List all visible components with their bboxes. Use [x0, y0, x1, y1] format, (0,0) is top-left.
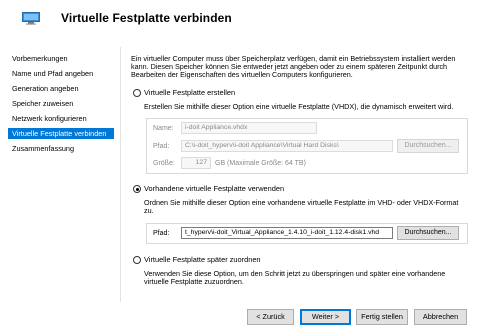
sidebar-item-name-und-pfad[interactable]: Name und Pfad angeben [8, 68, 114, 79]
create-name-field[interactable]: i-doit Appliance.vhdx [181, 122, 317, 134]
next-button[interactable]: Weiter > [300, 309, 351, 325]
radio-create-disk-label[interactable]: Virtuelle Festplatte erstellen [144, 88, 235, 98]
create-size-label: Größe: [153, 160, 175, 167]
radio-create-disk[interactable] [133, 89, 141, 97]
existing-browse-button[interactable]: Durchsuchen... [397, 226, 459, 240]
create-size-unit: GB (Maximale Größe: 64 TB) [215, 160, 306, 167]
existing-disk-description-line-1: Ordnen Sie mithilfe dieser Option eine v… [144, 198, 459, 207]
create-name-label: Name: [153, 125, 174, 132]
sidebar-item-generation[interactable]: Generation angeben [8, 83, 114, 94]
radio-existing-disk[interactable] [133, 185, 141, 193]
virtual-disk-icon [22, 12, 40, 25]
attach-later-description-line-2: virtuelle Festplatte zuzuordnen. [144, 277, 244, 286]
cancel-button[interactable]: Abbrechen [414, 309, 467, 325]
sidebar-divider [120, 47, 121, 302]
create-path-label: Pfad: [153, 143, 170, 150]
existing-path-field[interactable]: t_hyperv\i-doit_Virtual_Appliance_1.4.10… [181, 227, 393, 239]
sidebar-item-virtuelle-festplatte[interactable]: Virtuelle Festplatte verbinden [8, 128, 114, 139]
radio-existing-disk-label[interactable]: Vorhandene virtuelle Festplatte verwende… [144, 184, 284, 194]
create-browse-button[interactable]: Durchsuchen... [397, 139, 459, 153]
existing-disk-description-line-2: zu. [144, 206, 154, 215]
wizard-steps-sidebar: Vorbemerkungen Name und Pfad angeben Gen… [0, 46, 118, 306]
back-button[interactable]: < Zurück [247, 309, 294, 325]
page-title: Virtuelle Festplatte verbinden [61, 11, 232, 25]
sidebar-item-zusammenfassung[interactable]: Zusammenfassung [8, 143, 114, 154]
create-size-field[interactable]: 127 [181, 157, 211, 169]
sidebar-item-netzwerk[interactable]: Netzwerk konfigurieren [8, 113, 114, 124]
radio-attach-later-label[interactable]: Virtuelle Festplatte später zuordnen [144, 255, 261, 265]
intro-text-line-3: Bearbeiten der Eigenschaften des virtuel… [131, 70, 353, 79]
radio-attach-later[interactable] [133, 256, 141, 264]
existing-path-label: Pfad: [153, 230, 170, 237]
create-disk-description: Erstellen Sie mithilfe dieser Option ein… [144, 102, 454, 111]
wizard-header: Virtuelle Festplatte verbinden [0, 0, 477, 38]
sidebar-item-vorbemerkungen[interactable]: Vorbemerkungen [8, 53, 114, 64]
finish-button[interactable]: Fertig stellen [356, 309, 408, 325]
create-path-field[interactable]: C:\i-doit_hyperv\i-doit Appliance\Virtua… [181, 140, 393, 152]
sidebar-item-speicher[interactable]: Speicher zuweisen [8, 98, 114, 109]
